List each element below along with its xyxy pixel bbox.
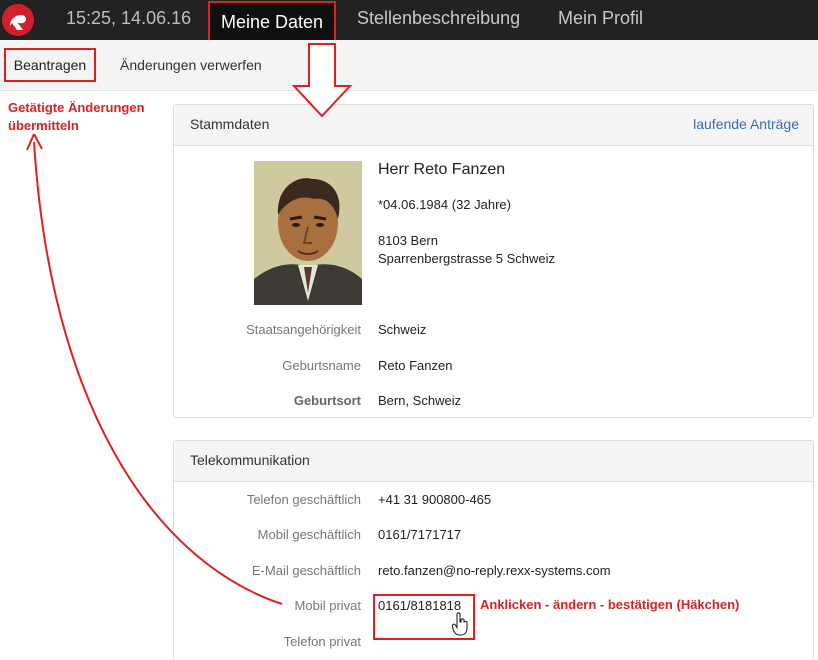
stammdaten-header: Stammdaten laufende Anträge — [174, 105, 813, 146]
value-telefon-geschaeftlich[interactable]: +41 31 900800-465 — [378, 492, 491, 507]
laufende-antraege-link[interactable]: laufende Anträge — [693, 116, 799, 132]
profile-photo — [254, 161, 362, 305]
value-mobil-geschaeftlich[interactable]: 0161/7171717 — [378, 527, 461, 542]
annotation-click-edit-confirm: Anklicken - ändern - bestätigen (Häkchen… — [480, 597, 740, 612]
tab-mein-profil[interactable]: Mein Profil — [558, 8, 643, 29]
tab-meine-daten[interactable]: Meine Daten — [208, 1, 336, 41]
value-staatsangehoerigkeit[interactable]: Schweiz — [378, 322, 426, 337]
label-mobil-privat: Mobil privat — [294, 598, 361, 613]
value-geburtsort[interactable]: Bern, Schweiz — [378, 393, 461, 408]
discard-changes-button[interactable]: Änderungen verwerfen — [120, 57, 262, 73]
birth-date: *04.06.1984 (32 Jahre) — [378, 197, 511, 212]
rexx-logo-icon[interactable] — [2, 4, 34, 36]
label-geburtsname: Geburtsname — [282, 358, 361, 373]
person-name: Herr Reto Fanzen — [378, 161, 506, 178]
stammdaten-panel: Stammdaten laufende Anträge Herr Reto Fa… — [173, 104, 814, 418]
label-mobil-geschaeftlich: Mobil geschäftlich — [257, 527, 361, 542]
annotation-line-2: übermitteln — [8, 118, 79, 133]
hand-cursor-icon — [451, 612, 470, 641]
label-telefon-geschaeftlich: Telefon geschäftlich — [246, 492, 361, 507]
telekommunikation-title: Telekommunikation — [190, 452, 310, 468]
annotation-line-1: Getätigte Änderungen — [8, 100, 145, 115]
label-geburtsort: Geburtsort — [293, 393, 361, 408]
telekommunikation-panel: Telekommunikation Telefon geschäftlich +… — [173, 440, 814, 660]
address-street: Sparrenbergstrasse 5 Schweiz — [378, 251, 556, 266]
top-navigation-bar: 15:25, 14.06.16 Meine Daten Stellenbesch… — [0, 0, 818, 41]
label-telefon-privat: Telefon privat — [283, 634, 361, 649]
annotation-submit-changes: Getätigte Änderungen übermitteln — [8, 99, 168, 135]
label-staatsangehoerigkeit: Staatsangehörigkeit — [246, 322, 361, 337]
nav-datetime: 15:25, 14.06.16 — [66, 8, 192, 28]
label-email-geschaeftlich: E-Mail geschäftlich — [251, 563, 361, 578]
address-city: 8103 Bern — [378, 233, 438, 248]
value-geburtsname[interactable]: Reto Fanzen — [378, 358, 452, 373]
tab-stellenbeschreibung[interactable]: Stellenbeschreibung — [357, 8, 520, 29]
value-email-geschaeftlich[interactable]: reto.fanzen@no-reply.rexx-systems.com — [378, 563, 611, 578]
action-toolbar: Beantragen Änderungen verwerfen — [0, 40, 818, 91]
arrow-head-icon — [26, 133, 43, 151]
beantragen-button[interactable]: Beantragen — [4, 48, 96, 82]
stammdaten-title: Stammdaten — [190, 116, 270, 132]
telekommunikation-header: Telekommunikation — [174, 441, 813, 482]
